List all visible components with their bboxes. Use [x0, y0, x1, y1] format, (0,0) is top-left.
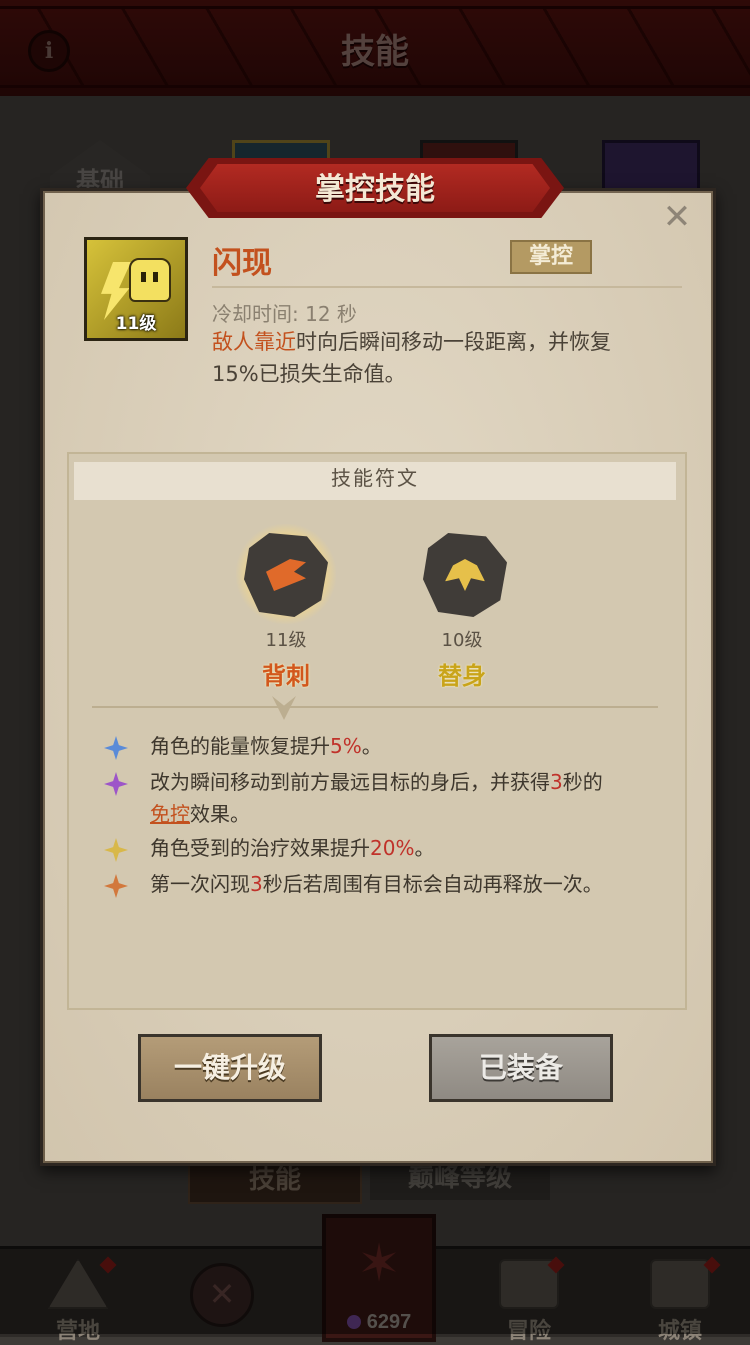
effect-text-part: 角色受到的治疗效果提升 — [150, 836, 370, 860]
rune-name: 背刺 — [262, 662, 310, 690]
skill-description: 敌人靠近时向后瞬间移动一段距离，并恢复15%已损失生命值。 — [212, 326, 652, 390]
skill-cooldown: 冷却时间: 12 秒 — [212, 302, 357, 326]
upgrade-all-button[interactable]: 一键升级 — [138, 1034, 322, 1102]
equipped-button[interactable]: 已装备 — [429, 1034, 613, 1102]
effect-value: 5% — [330, 734, 362, 758]
effect-value: 20% — [370, 836, 415, 860]
effect-text-part: 角色的能量恢复提升 — [150, 734, 330, 758]
effect-text: 第一次闪现3秒后若周围有目标会自动再释放一次。 — [150, 868, 644, 900]
character-face-icon — [129, 258, 171, 302]
rune-panel-title: 技能符文 — [74, 462, 676, 500]
divider — [212, 286, 682, 288]
octopus-icon — [445, 559, 485, 591]
effect-text: 角色的能量恢复提升5%。 — [150, 730, 644, 762]
effect-text: 改为瞬间移动到前方最远目标的身后，并获得3秒的免控效果。 — [150, 766, 644, 830]
close-icon[interactable]: ✕ — [660, 200, 694, 234]
effect-text-part: 秒的 — [562, 770, 603, 794]
skill-icon: 11级 — [84, 237, 188, 341]
effect-text-part: 效果。 — [190, 802, 250, 826]
description-highlight: 敌人靠近 — [212, 330, 296, 354]
effect-text-part: 第一次闪现 — [150, 872, 250, 896]
rune-divider — [92, 706, 658, 708]
crowd-control-immunity-link[interactable]: 免控 — [150, 802, 190, 826]
rune-level: 11级 — [265, 630, 307, 651]
effect-text-part: 秒后若周围有目标会自动再释放一次。 — [262, 872, 603, 896]
effect-text-part: 改为瞬间移动到前方最远目标的身后，并获得 — [150, 770, 550, 794]
skill-name: 闪现 — [212, 246, 272, 281]
effect-value: 3 — [250, 872, 263, 896]
effect-text-part: 。 — [361, 734, 382, 758]
dagger-icon — [266, 559, 306, 591]
skill-tag: 掌控 — [510, 240, 592, 274]
skill-level: 11级 — [115, 314, 157, 334]
dialog-title: 掌控技能 — [200, 164, 550, 212]
effect-value: 3 — [550, 770, 563, 794]
effect-text: 角色受到的治疗效果提升20%。 — [150, 832, 644, 864]
rune-name: 替身 — [438, 662, 486, 690]
rune-level: 10级 — [441, 630, 483, 651]
effect-text-part: 。 — [414, 836, 435, 860]
